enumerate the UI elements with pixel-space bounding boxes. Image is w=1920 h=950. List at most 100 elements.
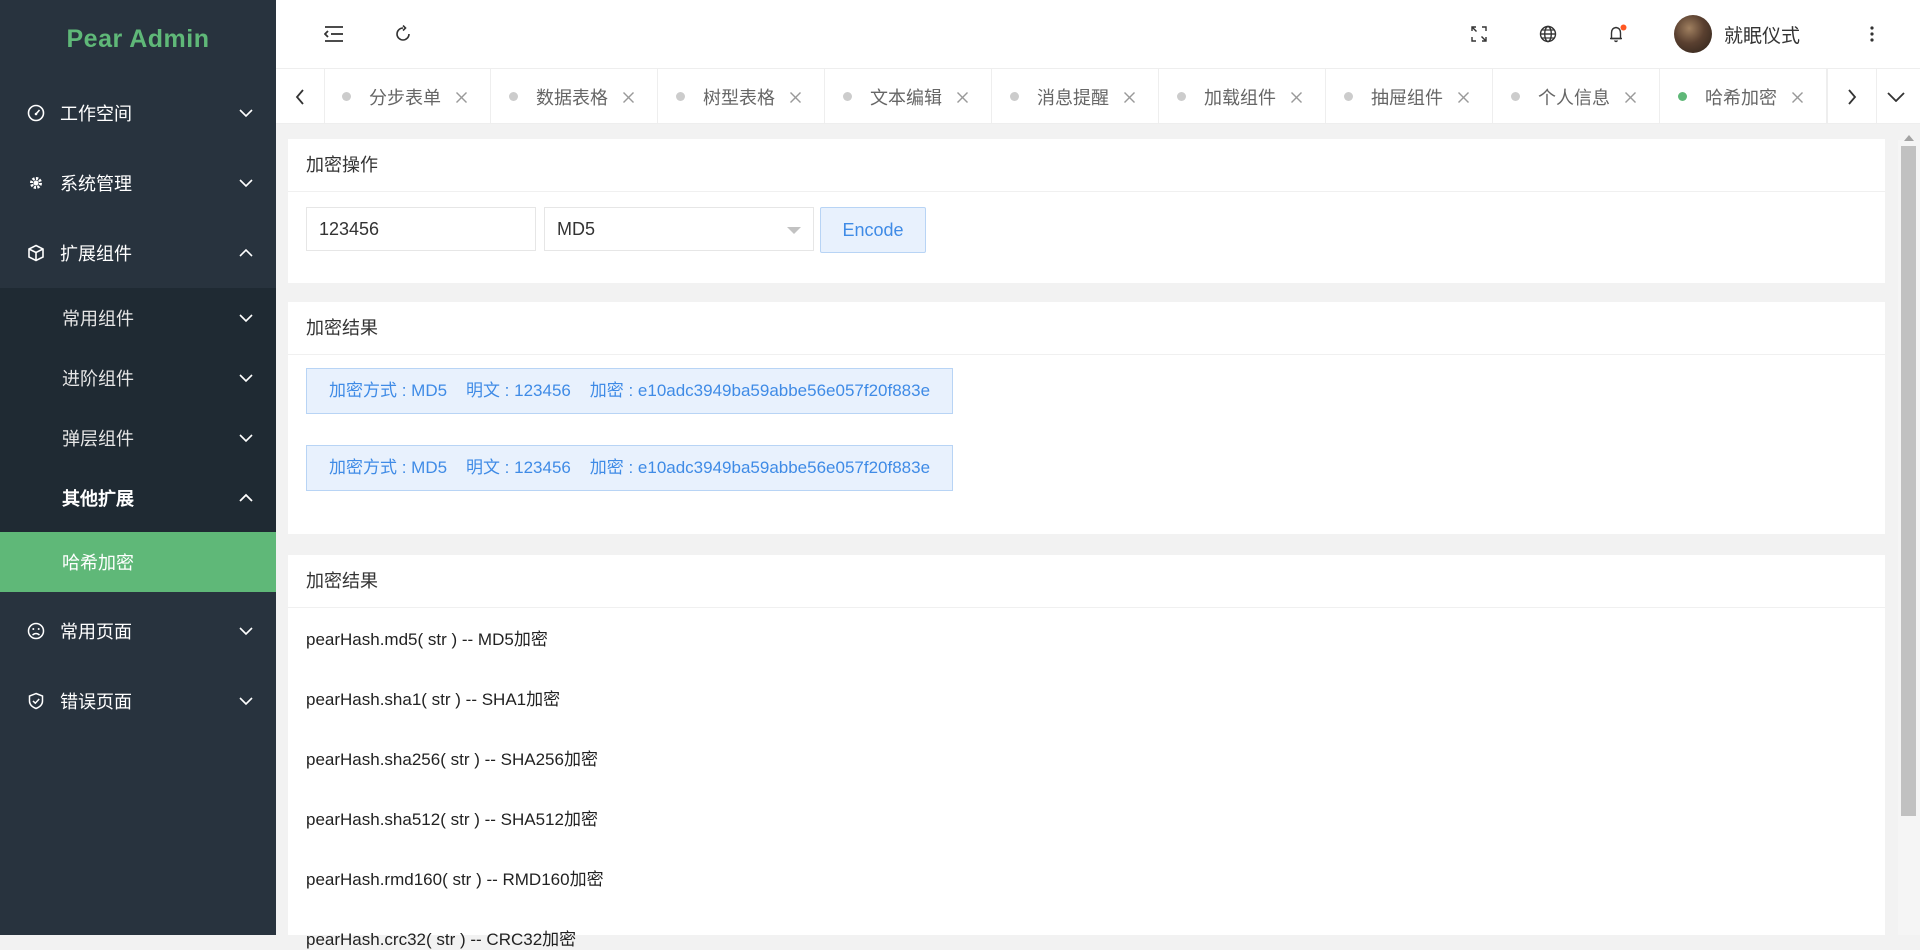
tab-label: 加载组件 <box>1204 87 1276 108</box>
tab-drawer[interactable]: 抽屉组件 <box>1326 69 1493 124</box>
menu-item-extensions[interactable]: 扩展组件 <box>0 218 276 288</box>
close-icon[interactable] <box>956 91 969 104</box>
tab-data-table[interactable]: 数据表格 <box>491 69 658 124</box>
algorithm-value: MD5 <box>557 219 596 239</box>
menu-label: 扩展组件 <box>60 244 132 264</box>
submenu-label: 进阶组件 <box>62 369 134 389</box>
menu-item-workspace[interactable]: 工作空间 <box>0 78 276 148</box>
fullscreen-button[interactable] <box>1463 18 1495 50</box>
tab-status-dot <box>1010 92 1019 101</box>
tab-scroll-left-button[interactable] <box>276 69 325 124</box>
tab-label: 数据表格 <box>536 87 608 108</box>
card-title: 加密结果 <box>288 302 1885 355</box>
menu-item-common-pages[interactable]: 常用页面 <box>0 596 276 666</box>
shield-icon <box>26 691 46 711</box>
user-name: 就眠仪式 <box>1724 25 1801 47</box>
tab-label: 分步表单 <box>369 87 441 108</box>
close-icon[interactable] <box>622 91 635 104</box>
notification-button[interactable] <box>1601 18 1633 50</box>
card-title: 加密操作 <box>288 139 1885 192</box>
dashboard-icon <box>26 103 46 123</box>
close-icon[interactable] <box>1290 91 1303 104</box>
tab-loading[interactable]: 加载组件 <box>1159 69 1326 124</box>
tab-status-dot <box>509 92 518 101</box>
submenu-label: 其他扩展 <box>62 489 134 509</box>
close-icon[interactable] <box>1791 91 1804 104</box>
result-item: 加密方式 : MD5 明文 : 123456 加密 : e10adc3949ba… <box>306 445 954 491</box>
submenu-label: 弹层组件 <box>62 429 134 449</box>
tab-status-dot <box>1177 92 1186 101</box>
tab-label: 哈希加密 <box>1705 87 1777 108</box>
tab-status-dot <box>1678 92 1687 101</box>
tab-label: 消息提醒 <box>1037 87 1109 108</box>
app-logo[interactable]: Pear Admin <box>0 0 276 78</box>
submenu-item-other[interactable]: 其他扩展 <box>0 468 276 528</box>
result-card: 加密结果 加密方式 : MD5 明文 : 123456 加密 : e10adc3… <box>288 302 1885 534</box>
card-title: 加密结果 <box>288 555 1885 608</box>
submenu-label: 哈希加密 <box>62 553 134 573</box>
submenu-item-popup[interactable]: 弹层组件 <box>0 408 276 468</box>
tab-status-dot <box>342 92 351 101</box>
tab-step-form[interactable]: 分步表单 <box>324 69 491 124</box>
tab-profile[interactable]: 个人信息 <box>1493 69 1660 124</box>
tab-bar: 分步表单 数据表格 树型表格 文本编辑 消息提醒 加载组件 抽屉组件 个人信息 <box>276 68 1920 124</box>
tab-status-dot <box>1511 92 1520 101</box>
algorithm-select[interactable]: MD5 <box>544 207 814 251</box>
doc-line: pearHash.md5( str ) -- MD5加密 <box>306 630 548 649</box>
doc-line: pearHash.rmd160( str ) -- RMD160加密 <box>306 870 604 889</box>
more-button[interactable] <box>1856 18 1888 50</box>
chevron-left-icon <box>295 88 304 105</box>
gear-icon <box>26 173 46 193</box>
encrypt-card: 加密操作 123456 MD5 Encode <box>288 139 1885 283</box>
chevron-down-icon <box>239 697 253 706</box>
tab-label: 文本编辑 <box>870 87 942 108</box>
chevron-down-icon <box>1887 91 1905 102</box>
chevron-down-icon <box>239 434 253 443</box>
sidebar-item-hash-encrypt[interactable]: 哈希加密 <box>0 532 276 592</box>
submenu-label: 常用组件 <box>62 309 134 329</box>
plaintext-input[interactable]: 123456 <box>306 207 536 251</box>
tab-status-dot <box>1344 92 1353 101</box>
menu-label: 工作空间 <box>60 104 132 124</box>
tab-status-dot <box>676 92 685 101</box>
doc-line: pearHash.sha512( str ) -- SHA512加密 <box>306 810 598 829</box>
menu-item-system[interactable]: 系统管理 <box>0 148 276 218</box>
indent-icon <box>324 26 343 42</box>
chevron-right-icon <box>1848 88 1857 105</box>
result-item: 加密方式 : MD5 明文 : 123456 加密 : e10adc3949ba… <box>306 368 954 414</box>
chevron-down-icon <box>239 179 253 188</box>
tab-status-dot <box>843 92 852 101</box>
submenu-item-advanced[interactable]: 进阶组件 <box>0 348 276 408</box>
tab-hash-encrypt[interactable]: 哈希加密 <box>1660 69 1827 124</box>
submenu-item-common[interactable]: 常用组件 <box>0 288 276 348</box>
close-icon[interactable] <box>1624 91 1637 104</box>
scroll-up-arrow-icon[interactable] <box>1901 132 1917 144</box>
doc-line: pearHash.sha256( str ) -- SHA256加密 <box>306 750 598 769</box>
tab-scroll-right-button[interactable] <box>1827 69 1877 124</box>
more-vertical-icon <box>1870 26 1874 42</box>
refresh-button[interactable] <box>387 18 419 50</box>
chevron-down-icon <box>239 627 253 636</box>
menu-label: 常用页面 <box>60 622 132 642</box>
menu-item-error-pages[interactable]: 错误页面 <box>0 666 276 736</box>
close-icon[interactable] <box>455 91 468 104</box>
cube-icon <box>26 243 46 263</box>
close-icon[interactable] <box>1123 91 1136 104</box>
dropdown-arrow-icon <box>787 227 801 234</box>
encode-button[interactable]: Encode <box>820 207 926 253</box>
chevron-down-icon <box>239 314 253 323</box>
scrollbar-thumb[interactable] <box>1901 146 1916 816</box>
tab-label: 个人信息 <box>1538 87 1610 108</box>
tab-notification[interactable]: 消息提醒 <box>992 69 1159 124</box>
close-icon[interactable] <box>1457 91 1470 104</box>
top-header: 就眠仪式 <box>276 0 1920 68</box>
sad-face-icon <box>26 621 46 641</box>
tab-tree-table[interactable]: 树型表格 <box>658 69 825 124</box>
language-button[interactable] <box>1532 18 1564 50</box>
close-icon[interactable] <box>789 91 802 104</box>
tab-options-button[interactable] <box>1872 69 1920 124</box>
tab-text-editor[interactable]: 文本编辑 <box>825 69 992 124</box>
avatar <box>1674 15 1712 53</box>
collapse-menu-button[interactable] <box>318 18 350 50</box>
user-menu[interactable]: 就眠仪式 <box>1674 14 1800 54</box>
